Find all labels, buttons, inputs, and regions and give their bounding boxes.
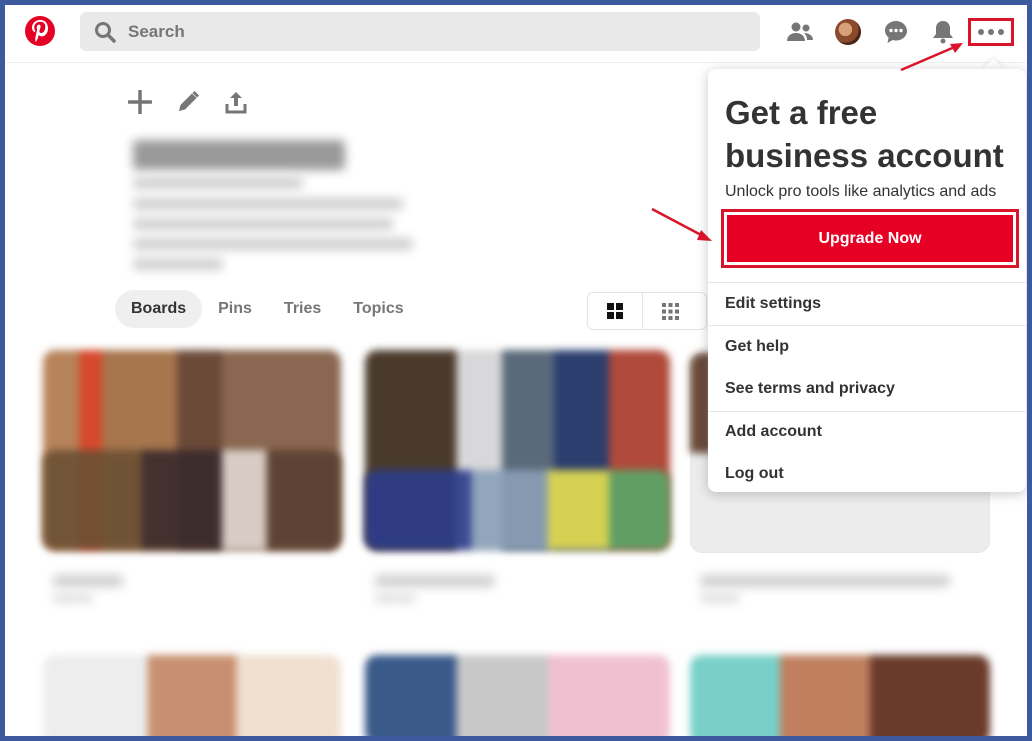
grid-small-icon[interactable]	[643, 293, 698, 329]
annotation-arrow-more	[900, 43, 963, 72]
promo-title: Get a free business account	[725, 94, 1004, 174]
tab-boards[interactable]: Boards	[115, 290, 203, 328]
profile-tabs: Boards Pins Tries Topics	[115, 290, 420, 328]
menu-item-get-help[interactable]: Get help	[725, 338, 789, 356]
profile-info-blurred	[133, 177, 303, 189]
annotation-arrow-upgrade	[651, 207, 712, 241]
search-input[interactable]	[128, 21, 728, 42]
menu-item-edit-settings[interactable]: Edit settings	[725, 295, 821, 313]
profile-name-blurred	[133, 140, 345, 170]
upgrade-highlight: Upgrade Now	[721, 209, 1019, 268]
menu-item-log-out[interactable]: Log out	[725, 465, 784, 483]
plus-icon[interactable]	[127, 89, 153, 115]
tab-pins[interactable]: Pins	[202, 290, 268, 328]
pinterest-logo[interactable]	[25, 16, 55, 46]
pencil-icon[interactable]	[175, 89, 201, 115]
share-icon[interactable]	[223, 89, 249, 115]
avatar[interactable]	[835, 19, 861, 45]
people-icon[interactable]	[787, 19, 813, 45]
search-icon	[95, 21, 116, 43]
more-icon	[978, 29, 984, 35]
top-nav	[5, 5, 1027, 63]
grid-large-icon[interactable]	[588, 293, 643, 329]
upgrade-now-button[interactable]: Upgrade Now	[727, 215, 1013, 262]
menu-item-add-account[interactable]: Add account	[725, 423, 822, 441]
menu-item-terms-privacy[interactable]: See terms and privacy	[725, 380, 895, 398]
promo-subtitle: Unlock pro tools like analytics and ads	[725, 183, 997, 200]
screenshot-frame: Boards Pins Tries Topics Get a free bus	[5, 5, 1027, 736]
search-bar[interactable]	[80, 12, 760, 51]
more-options-menu: Get a free business account Unlock pro t…	[708, 69, 1026, 492]
tab-topics[interactable]: Topics	[337, 290, 419, 328]
tab-tries[interactable]: Tries	[268, 290, 337, 328]
view-toggle	[587, 292, 707, 330]
